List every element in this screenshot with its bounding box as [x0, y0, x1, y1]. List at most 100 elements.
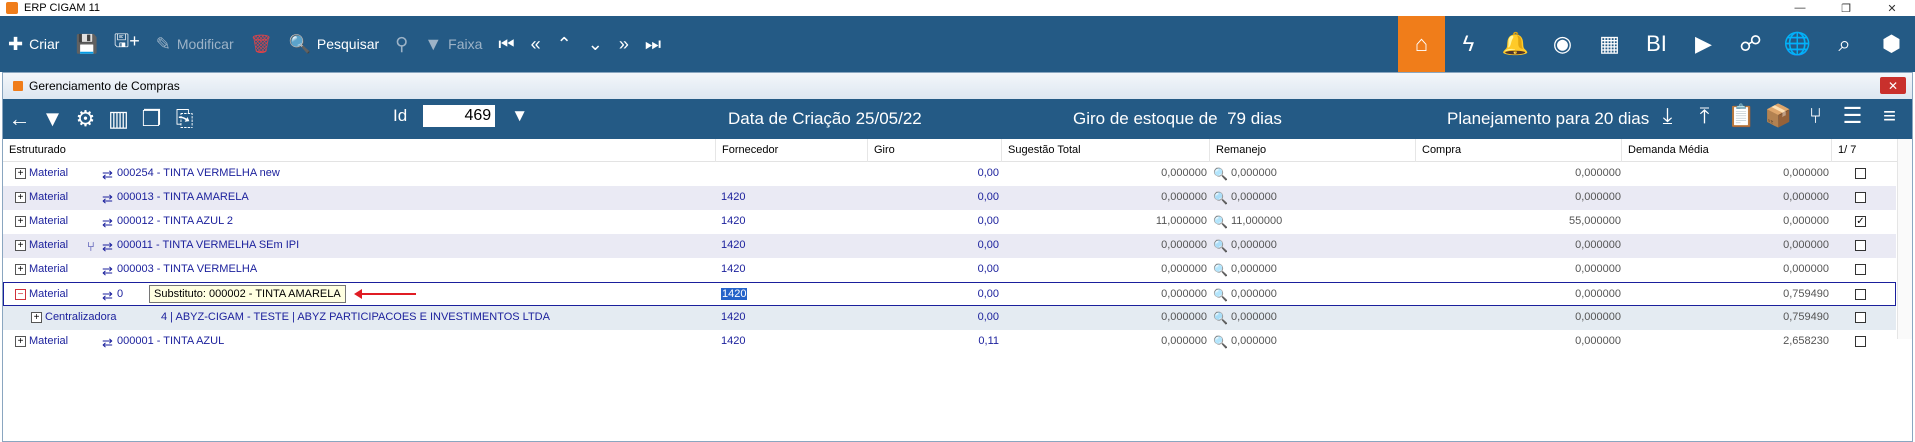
- user-avatar-icon[interactable]: ⬢: [1868, 16, 1915, 72]
- copy-icon[interactable]: ❐: [135, 106, 168, 132]
- search-global-icon[interactable]: ⌕: [1821, 16, 1868, 72]
- first-icon: ⏮: [498, 33, 515, 54]
- apply-filter-icon[interactable]: ▼: [511, 106, 528, 126]
- table-row[interactable]: + Material ⇄ 000254 - TINTA VERMELHA new…: [3, 162, 1896, 186]
- expand-icon[interactable]: +: [15, 168, 26, 179]
- new-doc-icon[interactable]: ⎘: [168, 106, 201, 132]
- upload-icon[interactable]: ⤒: [1686, 103, 1723, 129]
- download-icon[interactable]: ⤓: [1649, 103, 1686, 129]
- search-icon[interactable]: 🔍: [1213, 239, 1228, 253]
- row-checkbox[interactable]: [1855, 336, 1866, 347]
- package-icon[interactable]: 📦: [1760, 103, 1797, 129]
- expand-icon[interactable]: +: [15, 264, 26, 275]
- table-row[interactable]: + Material ⇄ 000013 - TINTA AMARELA 1420…: [3, 186, 1896, 210]
- range-filter-button[interactable]: ▼ Faixa: [416, 16, 490, 72]
- expand-icon[interactable]: +: [15, 216, 26, 227]
- search-icon[interactable]: 🔍: [1213, 335, 1228, 349]
- play-icon[interactable]: ▶: [1680, 16, 1727, 72]
- row-checkbox[interactable]: [1855, 312, 1866, 323]
- swap-icon[interactable]: ⇄: [102, 239, 113, 255]
- col-remanejo[interactable]: Remanejo: [1210, 139, 1416, 162]
- id-input[interactable]: 469: [423, 105, 496, 127]
- clipboard-icon[interactable]: 📋: [1723, 103, 1760, 129]
- expand-icon[interactable]: +: [15, 336, 26, 347]
- search-icon[interactable]: 🔍: [1213, 215, 1228, 229]
- last-record-button[interactable]: ⏭: [637, 16, 669, 72]
- vertical-scrollbar[interactable]: [1897, 139, 1912, 339]
- menu-icon[interactable]: ≡: [1871, 103, 1908, 129]
- double-right-icon: »: [618, 33, 629, 54]
- col-fornecedor[interactable]: Fornecedor: [716, 139, 868, 162]
- swap-icon[interactable]: ⇄: [102, 215, 113, 231]
- plus-icon: ✚: [8, 33, 24, 54]
- swap-icon[interactable]: ⇄: [102, 335, 113, 351]
- table-row-child[interactable]: + Centralizadora 4 | ABYZ-CIGAM - TESTE …: [3, 306, 1896, 330]
- table-row[interactable]: + Material ⇄ 000012 - TINTA AZUL 2 1420 …: [3, 210, 1896, 234]
- bar-chart-icon[interactable]: ▥: [102, 106, 135, 132]
- bell-icon[interactable]: 🔔: [1492, 16, 1539, 72]
- row-checkbox[interactable]: [1855, 240, 1866, 251]
- search-icon[interactable]: 🔍: [1213, 288, 1228, 302]
- table-row[interactable]: + Material ⇄ 000001 - TINTA AZUL 1420 0,…: [3, 330, 1896, 354]
- restore-button[interactable]: ❐: [1823, 0, 1869, 16]
- gear-icon[interactable]: ⚙: [69, 106, 102, 132]
- location-button[interactable]: ⚲: [387, 16, 416, 72]
- search-icon[interactable]: 🔍: [1213, 311, 1228, 325]
- expand-icon[interactable]: +: [15, 240, 26, 251]
- grid-icon[interactable]: ▦: [1586, 16, 1633, 72]
- table-row[interactable]: + Material ⑂ ⇄ 000011 - TINTA VERMELHA S…: [3, 234, 1896, 258]
- save-button[interactable]: 💾: [67, 16, 105, 72]
- globe-icon[interactable]: 🌐: [1774, 16, 1821, 72]
- filter-icon[interactable]: ▼: [36, 106, 69, 132]
- minimize-button[interactable]: —: [1777, 0, 1823, 16]
- row-checkbox[interactable]: [1855, 264, 1866, 275]
- search-icon[interactable]: 🔍: [1213, 191, 1228, 205]
- fork-icon[interactable]: ⑂: [87, 239, 95, 254]
- expand-icon[interactable]: +: [15, 192, 26, 203]
- modify-button[interactable]: ✎ Modificar: [148, 16, 242, 72]
- checklist-icon[interactable]: ☰: [1834, 103, 1871, 129]
- col-compra[interactable]: Compra: [1416, 139, 1622, 162]
- fornecedor-input-selected[interactable]: 1420: [721, 288, 748, 300]
- row-checkbox[interactable]: [1855, 168, 1866, 179]
- search-icon[interactable]: 🔍: [1213, 167, 1228, 181]
- next-record-button[interactable]: ⌄: [580, 16, 611, 72]
- table-row-selected[interactable]: − Material ⇄ 0 Substituto: 000002 - TINT…: [3, 282, 1896, 306]
- bi-button[interactable]: BI: [1633, 16, 1680, 72]
- chevron-up-icon: ⌃: [556, 33, 572, 54]
- row-checkbox[interactable]: [1855, 192, 1866, 203]
- stock-turnover: Giro de estoque de 79 dias: [1073, 109, 1282, 128]
- delete-button[interactable]: 🗑: [242, 16, 281, 72]
- col-giro[interactable]: Giro: [868, 139, 1002, 162]
- expand-icon[interactable]: +: [31, 312, 42, 323]
- search-button[interactable]: 🔍 Pesquisar: [280, 16, 387, 72]
- table-row[interactable]: + Material ⇄ 000003 - TINTA VERMELHA 142…: [3, 258, 1896, 282]
- row-checkbox[interactable]: ✓: [1855, 216, 1866, 227]
- fork-icon[interactable]: ⑂: [1797, 103, 1834, 129]
- next-page-button[interactable]: »: [611, 16, 637, 72]
- swap-icon[interactable]: ⇄: [102, 288, 113, 304]
- create-button[interactable]: ✚ Criar: [0, 16, 67, 72]
- col-sugestao[interactable]: Sugestão Total: [1002, 139, 1210, 162]
- prev-record-button[interactable]: ⌃: [549, 16, 580, 72]
- close-subwindow-button[interactable]: ✕: [1880, 77, 1906, 94]
- support-icon[interactable]: ◉: [1539, 16, 1586, 72]
- row-checkbox[interactable]: [1855, 289, 1866, 300]
- collapse-icon[interactable]: −: [15, 289, 26, 300]
- lightning-icon[interactable]: ϟ: [1445, 16, 1492, 72]
- chart-person-icon[interactable]: ☍: [1727, 16, 1774, 72]
- filter-icon: ▼: [424, 33, 443, 54]
- home-icon[interactable]: ⌂: [1398, 16, 1445, 72]
- first-record-button[interactable]: ⏮: [490, 16, 522, 72]
- close-window-button[interactable]: ✕: [1869, 0, 1915, 16]
- back-arrow-icon[interactable]: ←: [3, 106, 36, 132]
- save-new-button[interactable]: 🖫+: [106, 16, 148, 72]
- table-body: + Material ⇄ 000254 - TINTA VERMELHA new…: [3, 139, 1912, 354]
- search-icon[interactable]: 🔍: [1213, 263, 1228, 277]
- swap-icon[interactable]: ⇄: [102, 191, 113, 207]
- col-demanda[interactable]: Demanda Média: [1622, 139, 1832, 162]
- swap-icon[interactable]: ⇄: [102, 167, 113, 183]
- prev-page-button[interactable]: «: [523, 16, 549, 72]
- swap-icon[interactable]: ⇄: [102, 263, 113, 279]
- col-estruturado[interactable]: Estruturado: [3, 139, 716, 162]
